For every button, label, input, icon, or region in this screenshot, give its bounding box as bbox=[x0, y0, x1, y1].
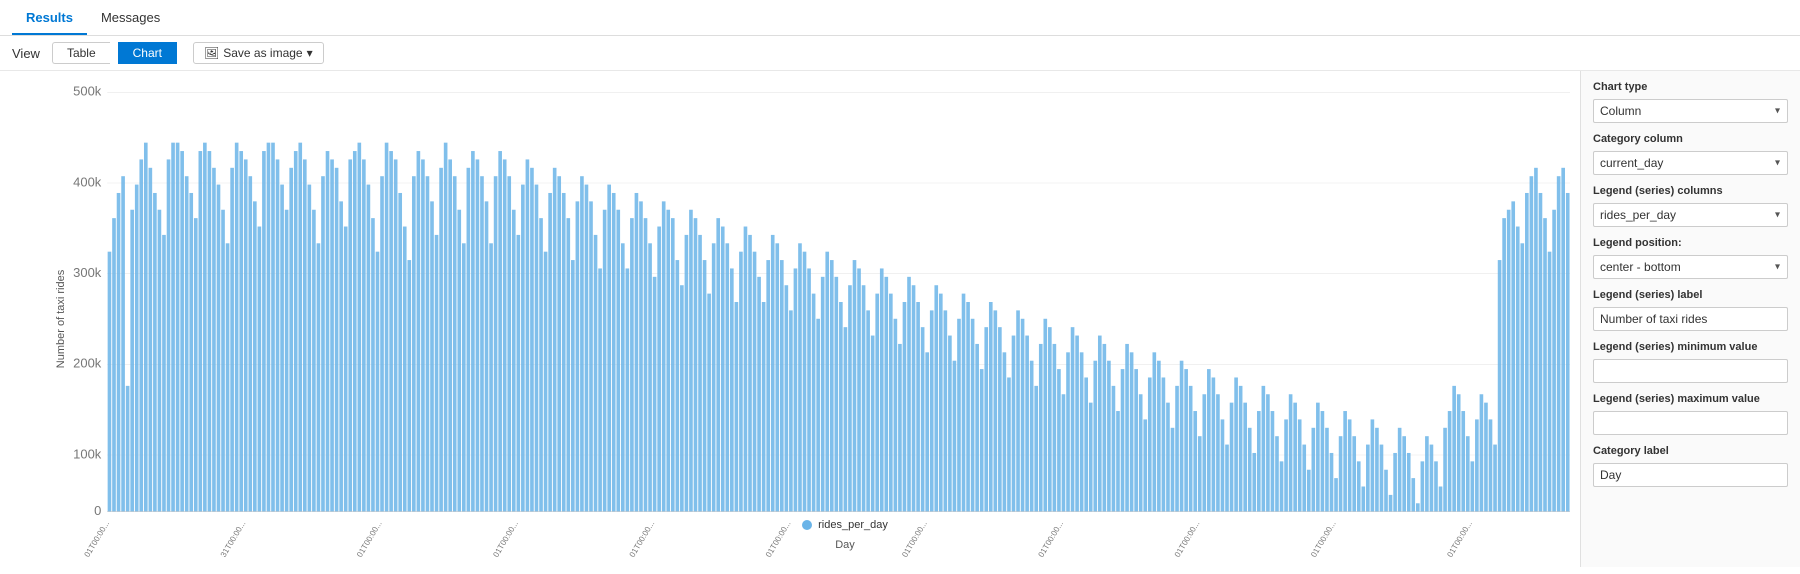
legend-max-input[interactable] bbox=[1593, 411, 1788, 435]
tab-results[interactable]: Results bbox=[12, 2, 87, 35]
legend-label: rides_per_day bbox=[818, 519, 888, 531]
legend-min-field: Legend (series) minimum value bbox=[1593, 341, 1788, 383]
legend-position-field: Legend position: center - bottom bbox=[1593, 237, 1788, 279]
svg-text:2016-01-01T00:00...: 2016-01-01T00:00... bbox=[66, 520, 111, 557]
toolbar: View Table Chart 🖼 Save as image ▾ bbox=[0, 36, 1800, 71]
category-label-input[interactable] bbox=[1593, 463, 1788, 487]
chart-type-select[interactable]: Column bbox=[1593, 99, 1788, 123]
main-content: Number of taxi rides 500k 400k 300k 200k… bbox=[0, 71, 1800, 567]
legend-series-columns-field: Legend (series) columns rides_per_day bbox=[1593, 185, 1788, 227]
category-column-field: Category column current_day bbox=[1593, 133, 1788, 175]
right-panel: Chart type Column Category column curren… bbox=[1580, 71, 1800, 567]
legend-max-field: Legend (series) maximum value bbox=[1593, 393, 1788, 435]
chart-svg: 500k 400k 300k 200k 100k 0 2016-01-01T00… bbox=[60, 81, 1570, 557]
table-button[interactable]: Table bbox=[52, 42, 110, 64]
svg-text:100k: 100k bbox=[73, 447, 102, 462]
top-tabs: Results Messages bbox=[0, 0, 1800, 36]
tab-messages[interactable]: Messages bbox=[87, 2, 174, 35]
legend-area: rides_per_day bbox=[120, 515, 1570, 535]
svg-text:500k: 500k bbox=[73, 84, 102, 99]
category-column-label: Category column bbox=[1593, 133, 1788, 145]
chart-area: Number of taxi rides 500k 400k 300k 200k… bbox=[0, 71, 1580, 567]
chart-container: Number of taxi rides 500k 400k 300k 200k… bbox=[60, 81, 1570, 557]
svg-text:400k: 400k bbox=[73, 175, 102, 190]
legend-position-label: Legend position: bbox=[1593, 237, 1788, 249]
legend-max-label: Legend (series) maximum value bbox=[1593, 393, 1788, 405]
category-label-label: Category label bbox=[1593, 445, 1788, 457]
legend-series-label-label: Legend (series) label bbox=[1593, 289, 1788, 301]
legend-series-columns-select-wrapper: rides_per_day bbox=[1593, 203, 1788, 227]
view-label: View bbox=[12, 46, 40, 61]
legend-series-label-input[interactable] bbox=[1593, 307, 1788, 331]
legend-series-label-field: Legend (series) label bbox=[1593, 289, 1788, 331]
chart-type-field: Chart type Column bbox=[1593, 81, 1788, 123]
save-icon: 🖼 bbox=[204, 46, 219, 60]
y-axis-label: Number of taxi rides bbox=[55, 270, 67, 368]
legend-min-input[interactable] bbox=[1593, 359, 1788, 383]
svg-text:200k: 200k bbox=[73, 356, 102, 371]
svg-text:300k: 300k bbox=[73, 265, 102, 280]
chart-type-label: Chart type bbox=[1593, 81, 1788, 93]
save-label: Save as image bbox=[223, 46, 302, 60]
chart-type-select-wrapper: Column bbox=[1593, 99, 1788, 123]
category-label-field: Category label bbox=[1593, 445, 1788, 487]
x-axis-label: Day bbox=[120, 539, 1570, 551]
legend-series-columns-label: Legend (series) columns bbox=[1593, 185, 1788, 197]
category-column-select[interactable]: current_day bbox=[1593, 151, 1788, 175]
chart-button[interactable]: Chart bbox=[118, 42, 177, 64]
category-column-select-wrapper: current_day bbox=[1593, 151, 1788, 175]
legend-min-label: Legend (series) minimum value bbox=[1593, 341, 1788, 353]
legend-series-columns-select[interactable]: rides_per_day bbox=[1593, 203, 1788, 227]
legend-position-select-wrapper: center - bottom bbox=[1593, 255, 1788, 279]
save-as-image-button[interactable]: 🖼 Save as image ▾ bbox=[193, 42, 324, 64]
legend-dot bbox=[802, 520, 812, 530]
svg-text:0: 0 bbox=[94, 503, 101, 518]
chevron-down-icon: ▾ bbox=[307, 46, 313, 60]
legend-position-select[interactable]: center - bottom bbox=[1593, 255, 1788, 279]
